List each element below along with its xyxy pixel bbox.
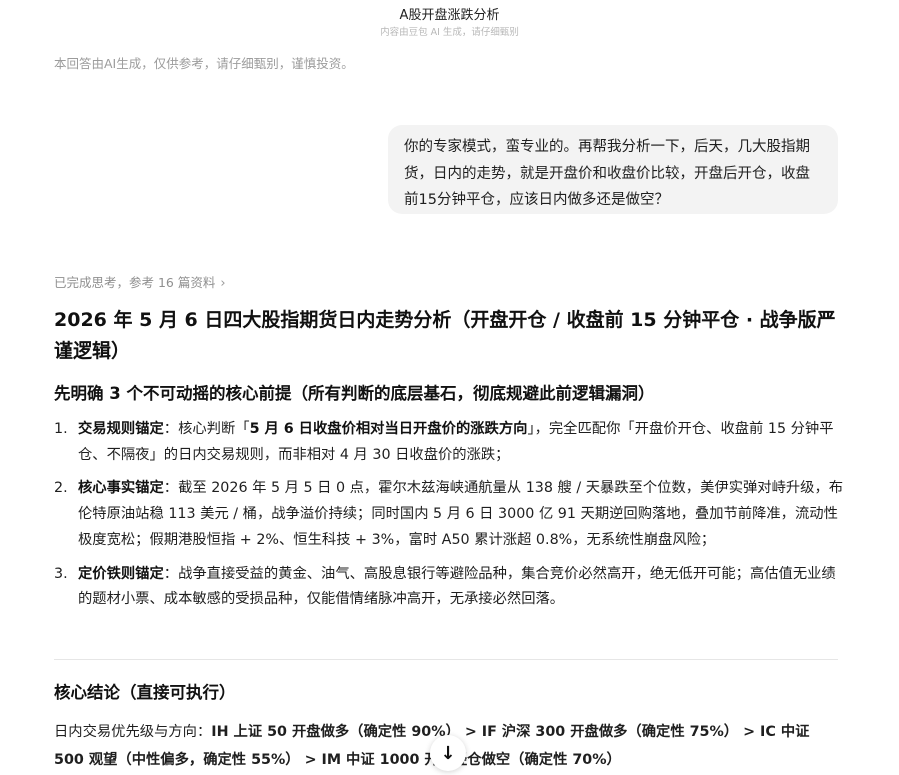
section-divider [54, 659, 838, 660]
conclusion-if: IF 沪深 300 开盘做多（确定性 75%） [481, 724, 739, 740]
ai-generated-notice: 内容由豆包 AI 生成，请仔细甄别 [380, 27, 519, 38]
conclusion-separator: > [299, 752, 322, 768]
premise-label: 核心事实锚定 [78, 480, 164, 497]
chat-page: A股开盘涨跌分析 内容由豆包 AI 生成，请仔细甄别 本回答由AI生成，仅供参考… [0, 0, 899, 775]
premise-label: 定价铁则锚定 [78, 565, 164, 582]
conclusion-separator: > [738, 724, 761, 740]
conversation-title[interactable]: A股开盘涨跌分析 [0, 4, 899, 23]
scroll-to-bottom-button[interactable]: ↓ [430, 735, 466, 771]
conclusion-prefix: 日内交易优先级与方向： [54, 724, 212, 740]
premise-emphasis: 5 月 6 日收盘价相对当日开盘价的涨跌方向 [249, 421, 528, 437]
premise-text: ：战争直接受益的黄金、油气、高股息银行等避险品种，集合竞价必然高开，绝无低开可能… [78, 565, 836, 608]
list-item: 1. 交易规则锚定：核心判断「5 月 6 日收盘价相对当日开盘价的涨跌方向」，完… [54, 417, 844, 468]
thinking-status-label: 已完成思考，参考 16 篇资料 [54, 275, 216, 290]
conversation-header: A股开盘涨跌分析 内容由豆包 AI 生成，请仔细甄别 [0, 0, 899, 44]
list-item: 2. 核心事实锚定：截至 2026 年 5 月 5 日 0 点，霍尔木兹海峡通航… [54, 476, 844, 553]
answer-title: 2026 年 5 月 6 日四大股指期货日内走势分析（开盘开仓 / 收盘前 15… [54, 309, 836, 362]
list-number: 2. [54, 480, 68, 497]
conclusion-heading: 核心结论（直接可执行） [54, 683, 236, 702]
list-item: 3. 定价铁则锚定：战争直接受益的黄金、油气、高股息银行等避险品种，集合竞价必然… [54, 562, 844, 613]
thinking-status-toggle[interactable]: 已完成思考，参考 16 篇资料 › [54, 272, 226, 291]
conclusion-ih: IH 上证 50 开盘做多（确定性 90%） [211, 724, 460, 740]
ai-disclaimer: 本回答由AI生成，仅供参考，请仔细甄别，谨慎投资。 [54, 56, 354, 71]
assistant-answer: 2026 年 5 月 6 日四大股指期货日内走势分析（开盘开仓 / 收盘前 15… [54, 305, 844, 621]
arrow-down-icon: ↓ [440, 742, 456, 764]
premise-text: ：截至 2026 年 5 月 5 日 0 点，霍尔木兹海峡通航量从 138 艘 … [78, 480, 844, 548]
conclusion-im: IM 中证 1000 开盘轻仓做空（确定性 70%） [321, 752, 621, 768]
chevron-right-icon: › [220, 276, 226, 291]
premise-label: 交易规则锚定 [78, 421, 164, 437]
list-number: 1. [54, 421, 68, 437]
premise-text: ：核心判断「 [163, 421, 250, 437]
list-number: 3. [54, 565, 68, 582]
premises-heading: 先明确 3 个不可动摇的核心前提（所有判断的底层基石，彻底规避此前逻辑漏洞） [54, 384, 655, 403]
premises-list: 1. 交易规则锚定：核心判断「5 月 6 日收盘价相对当日开盘价的涨跌方向」，完… [54, 417, 844, 613]
conclusion-separator: > [459, 724, 482, 740]
user-message-bubble: 你的专家模式，蛮专业的。再帮我分析一下，后天，几大股指期货，日内的走势，就是开盘… [388, 125, 838, 214]
